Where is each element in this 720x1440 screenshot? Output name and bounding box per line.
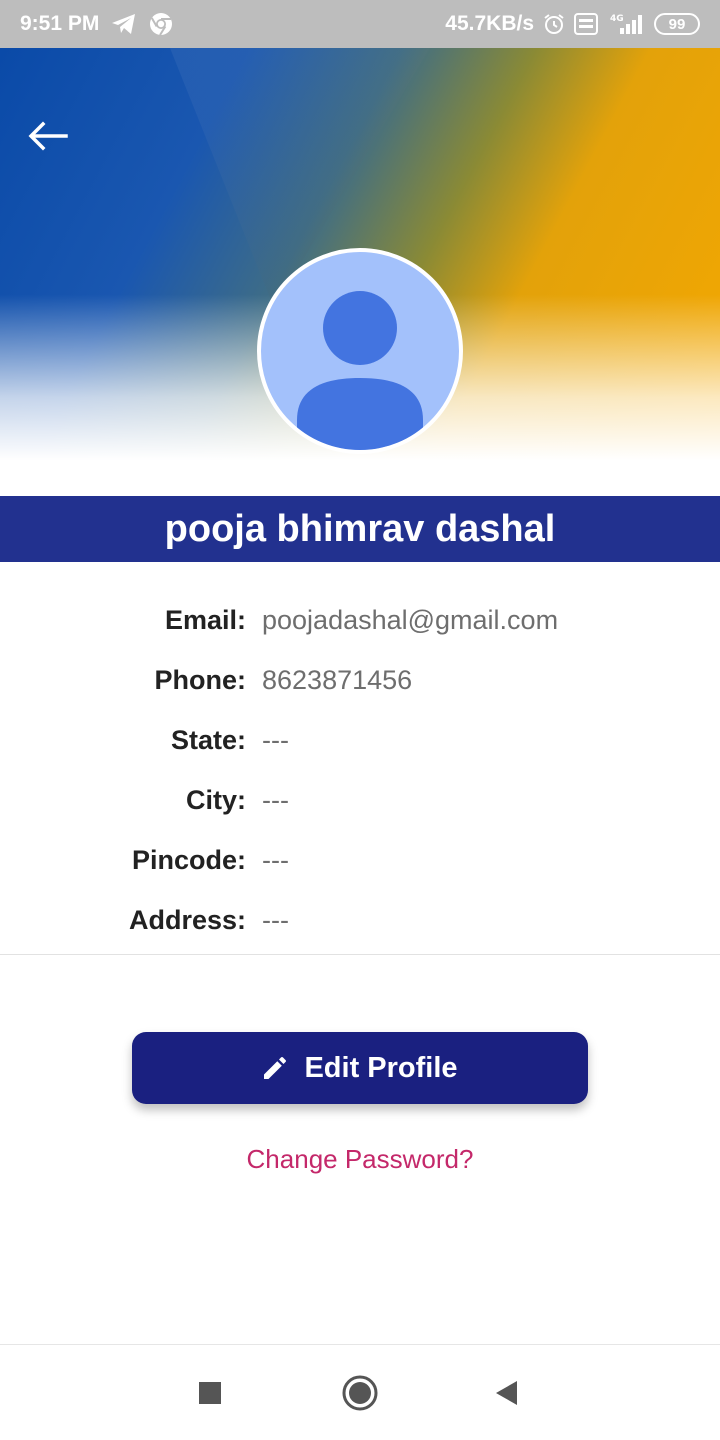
- city-value: ---: [262, 784, 289, 815]
- address-value: ---: [262, 904, 289, 935]
- net-speed: 45.7KB/s: [445, 12, 534, 35]
- state-value: ---: [262, 724, 289, 755]
- alarm-icon: [542, 12, 566, 36]
- circle-icon: [342, 1375, 378, 1411]
- status-right: 45.7KB/s 4G 99: [445, 12, 700, 36]
- telegram-icon: [111, 12, 137, 36]
- change-password-link[interactable]: Change Password?: [0, 1144, 720, 1175]
- phone-label: Phone:: [154, 664, 247, 695]
- home-button[interactable]: [340, 1373, 380, 1413]
- detail-row-state: State: ---: [0, 710, 720, 770]
- battery-icon: 99: [654, 13, 700, 35]
- arrow-left-icon: [28, 121, 68, 151]
- recents-button[interactable]: [190, 1373, 230, 1413]
- network-type: 4G: [610, 14, 624, 24]
- detail-row-phone: Phone: 8623871456: [0, 650, 720, 710]
- detail-row-email: Email: poojadashal@gmail.com: [0, 590, 720, 650]
- profile-avatar[interactable]: [257, 248, 463, 454]
- system-nav-bar: [0, 1344, 720, 1440]
- detail-row-pincode: Pincode: ---: [0, 830, 720, 890]
- state-label: State:: [170, 724, 246, 755]
- back-button[interactable]: [24, 112, 72, 160]
- square-icon: [199, 1382, 221, 1404]
- signal-icon: 4G: [606, 12, 646, 36]
- battery-level: 99: [668, 15, 686, 33]
- volte-icon: [574, 13, 598, 35]
- city-label: City:: [186, 784, 246, 815]
- profile-name: pooja bhimrav dashal: [164, 507, 556, 550]
- phone-value: 8623871456: [262, 664, 413, 695]
- status-time: 9:51 PM: [20, 12, 100, 35]
- pincode-value: ---: [262, 844, 289, 875]
- triangle-back-icon: [496, 1381, 517, 1405]
- profile-details: Email: poojadashal@gmail.com Phone: 8623…: [0, 590, 720, 950]
- edit-profile-label: Edit Profile: [304, 1051, 458, 1084]
- back-nav-button[interactable]: [486, 1373, 526, 1413]
- status-left: 9:51 PM: [20, 12, 173, 36]
- chrome-icon: [149, 12, 173, 36]
- edit-profile-button[interactable]: Edit Profile: [132, 1032, 588, 1104]
- name-bar: pooja bhimrav dashal: [0, 496, 720, 562]
- email-value: poojadashal@gmail.com: [262, 604, 559, 635]
- email-label: Email:: [164, 604, 246, 635]
- person-avatar-icon: [297, 291, 423, 450]
- details-divider: [0, 954, 720, 955]
- pencil-icon: [264, 1057, 287, 1079]
- address-label: Address:: [128, 904, 246, 935]
- detail-row-address: Address: ---: [0, 890, 720, 950]
- pincode-label: Pincode:: [131, 844, 246, 875]
- status-bar: 9:51 PM 45.7KB/s 4G 99: [0, 0, 720, 48]
- detail-row-city: City: ---: [0, 770, 720, 830]
